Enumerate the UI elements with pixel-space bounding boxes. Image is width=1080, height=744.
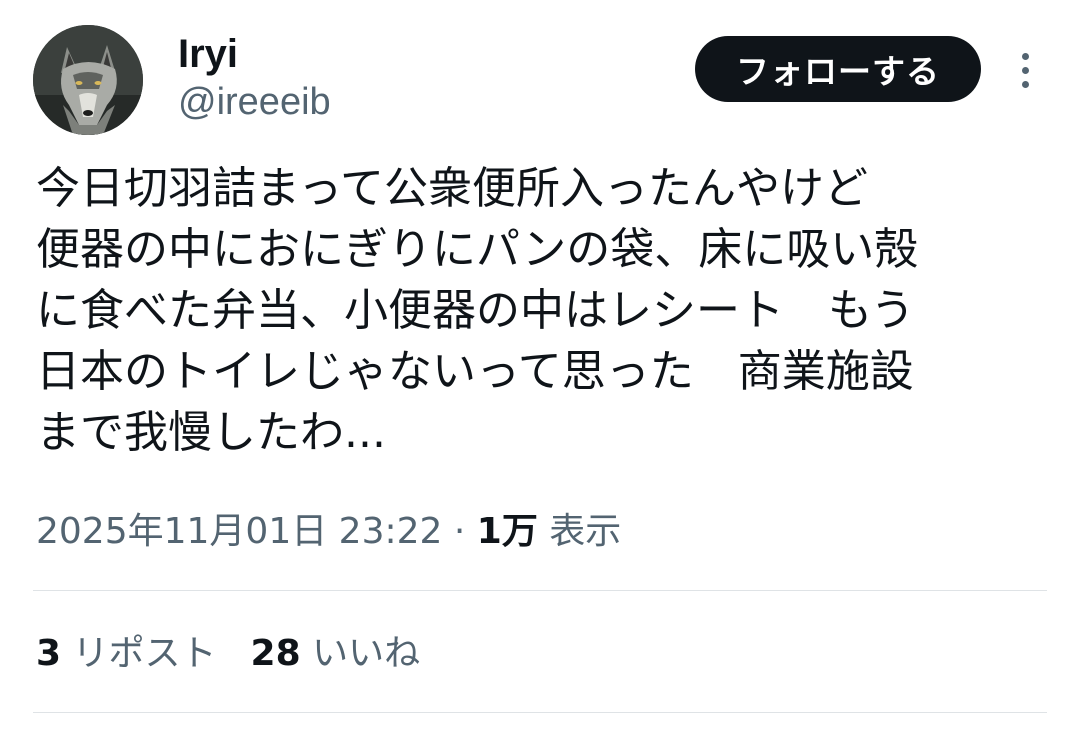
tweet-text-line: 便器の中におにぎりにパンの袋、床に吸い殻 xyxy=(36,224,919,275)
tweet-text-line: 今日切羽詰まって公衆便所入ったんやけど xyxy=(36,163,869,214)
timestamp-link[interactable]: 2025年11月01日 23:22 xyxy=(36,511,442,552)
avatar[interactable] xyxy=(33,25,143,135)
engagement-stats: 3 リポスト 28 いいね xyxy=(36,628,420,680)
reposts-count: 3 xyxy=(36,633,62,674)
tweet-text-line: 日本のトイレじゃないって思った 商業施設 xyxy=(36,346,914,397)
views-label: 表示 xyxy=(537,511,622,552)
display-name[interactable]: Iryi xyxy=(178,32,238,76)
meta-separator: · xyxy=(442,511,477,552)
vertical-dots-icon xyxy=(1021,80,1029,88)
vertical-dots-icon xyxy=(1021,66,1029,74)
divider xyxy=(33,590,1047,591)
vertical-dots-icon xyxy=(1021,52,1029,60)
more-options-button[interactable] xyxy=(1008,48,1042,92)
reposts-stat[interactable]: 3 リポスト xyxy=(36,628,217,680)
tweet-text: 今日切羽詰まって公衆便所入ったんやけど 便器の中におにぎりにパンの袋、床に吸い殻… xyxy=(36,158,1046,463)
tweet-detail: Iryi @ireeeib フォローする 今日切羽詰まって公衆便所入ったんやけど… xyxy=(0,0,1080,744)
stats-spacer xyxy=(217,628,251,680)
tweet-text-line: まで我慢したわ... xyxy=(36,407,386,458)
user-handle[interactable]: @ireeeib xyxy=(178,80,331,124)
wolf-avatar-icon xyxy=(33,25,143,135)
divider xyxy=(33,712,1047,713)
likes-label: いいね xyxy=(300,633,421,674)
likes-count: 28 xyxy=(250,633,301,674)
reposts-label: リポスト xyxy=(61,633,217,674)
follow-button[interactable]: フォローする xyxy=(695,36,981,102)
views-count: 1万 xyxy=(476,511,538,552)
tweet-text-line: に食べた弁当、小便器の中はレシート もう xyxy=(36,285,915,336)
tweet-meta: 2025年11月01日 23:22 · 1万 表示 xyxy=(36,506,621,558)
likes-stat[interactable]: 28 いいね xyxy=(251,628,421,680)
